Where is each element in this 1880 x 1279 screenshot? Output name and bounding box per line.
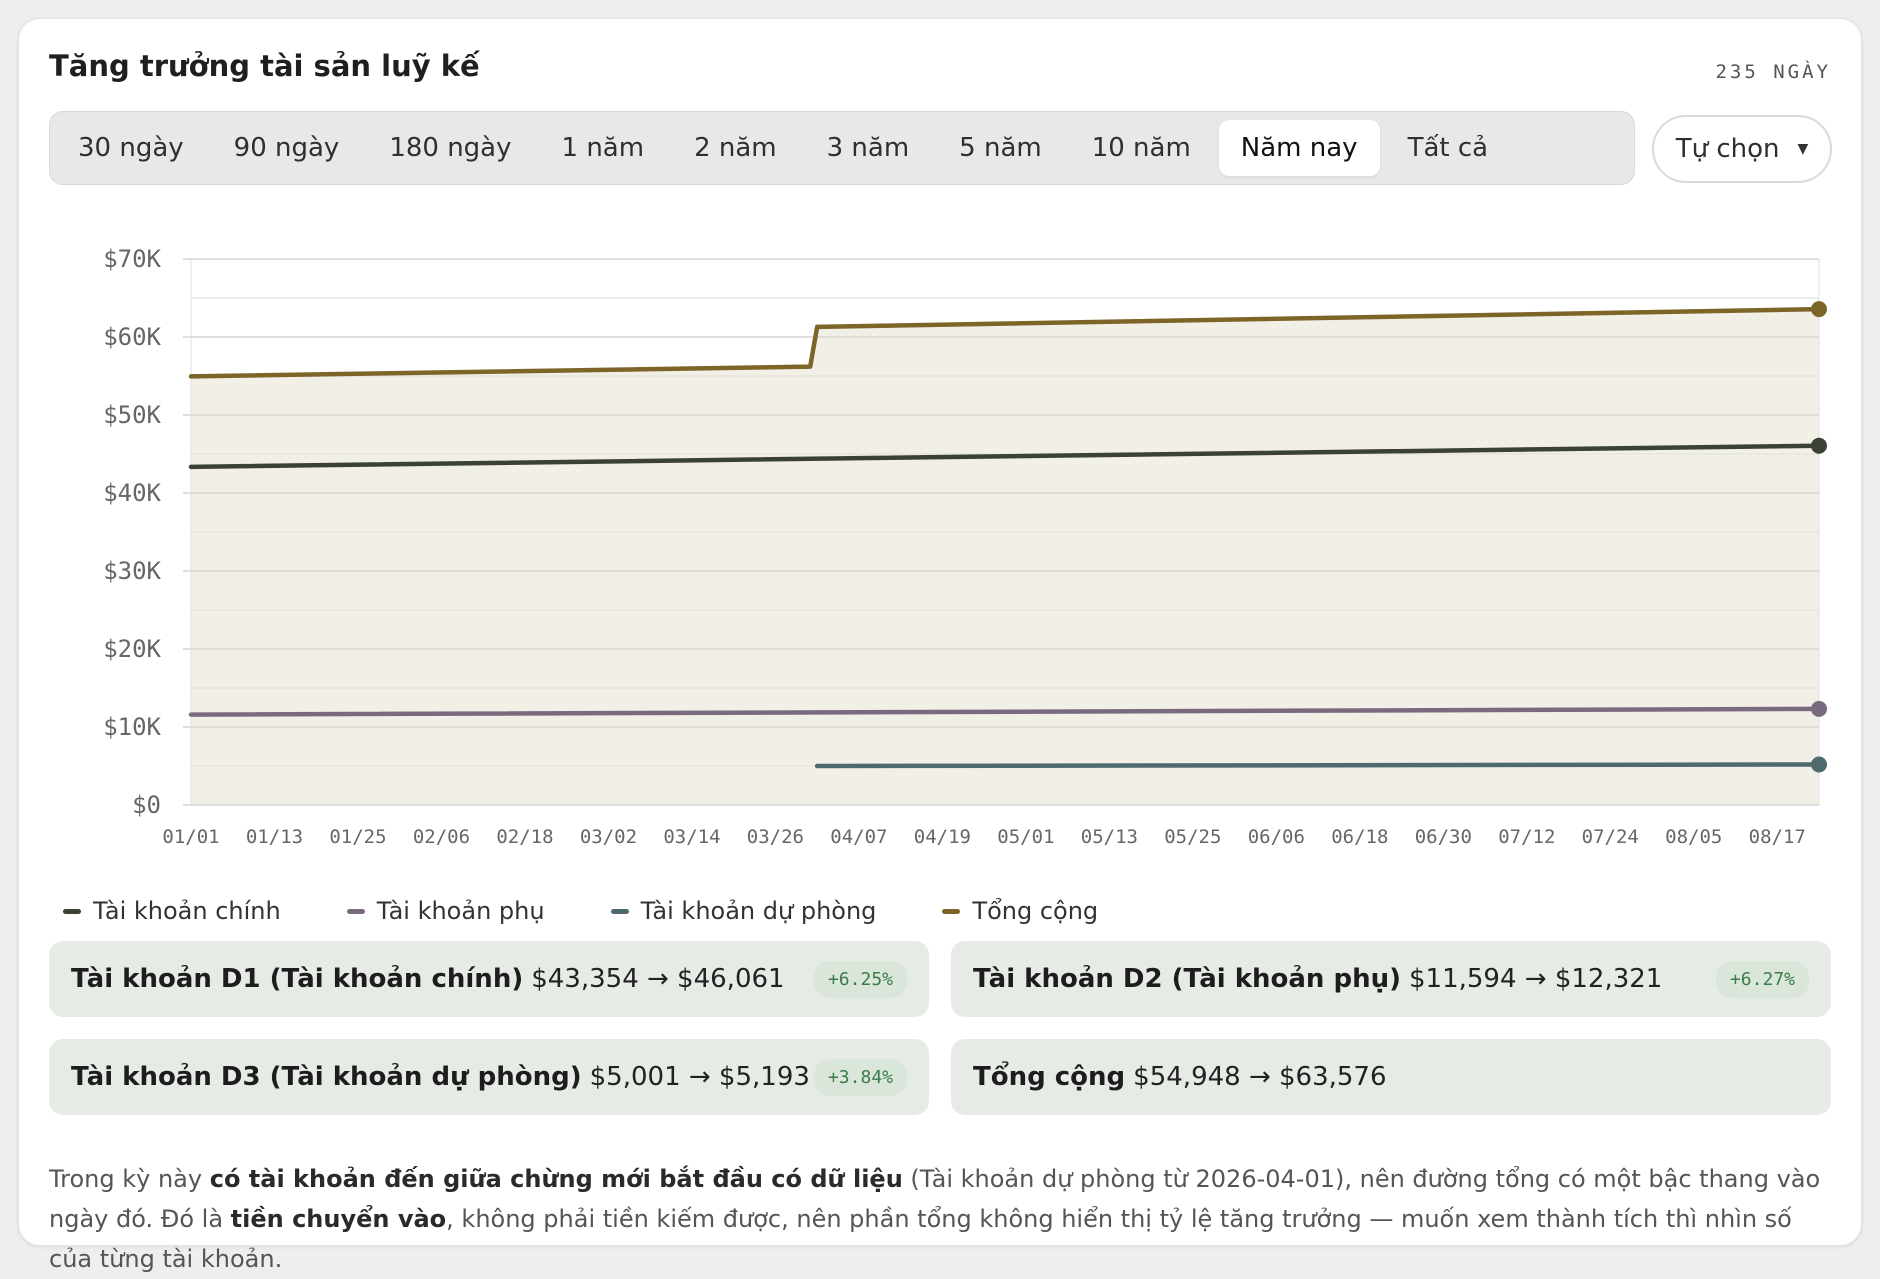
legend-swatch xyxy=(63,908,81,914)
note-text: Trong kỳ này xyxy=(49,1165,210,1193)
x-tick-label: 06/30 xyxy=(1415,826,1472,848)
legend-item: Tài khoản dự phòng xyxy=(610,897,877,925)
x-tick-label: 08/05 xyxy=(1665,826,1722,848)
stat-values: $5,001 → $5,193 xyxy=(589,1062,810,1092)
note-bold: có tài khoản đến giữa chừng mới bắt đầu … xyxy=(209,1165,903,1193)
x-tick-label: 03/14 xyxy=(663,826,720,848)
range-tab[interactable]: 1 năm xyxy=(540,120,667,176)
y-tick-label: $30K xyxy=(103,557,161,585)
x-tick-label: 07/24 xyxy=(1582,826,1639,848)
x-tick-label: 06/18 xyxy=(1331,826,1388,848)
stat-name: Tài khoản D2 (Tài khoản phụ) xyxy=(973,964,1401,994)
range-tab[interactable]: 3 năm xyxy=(805,120,932,176)
legend-item: Tài khoản chính xyxy=(63,897,281,925)
days-count: 235 NGÀY xyxy=(1715,61,1831,83)
legend-label: Tài khoản chính xyxy=(93,897,281,925)
y-tick-label: $20K xyxy=(103,635,161,663)
y-tick-label: $0 xyxy=(132,791,161,819)
y-tick-label: $60K xyxy=(103,323,161,351)
legend-label: Tài khoản dự phòng xyxy=(640,897,877,925)
x-tick-label: 04/19 xyxy=(914,826,971,848)
y-tick-label: $50K xyxy=(103,401,161,429)
stat-card-d2: Tài khoản D2 (Tài khoản phụ) $11,594 → $… xyxy=(951,941,1831,1017)
stat-name: Tài khoản D3 (Tài khoản dự phòng) xyxy=(71,1062,582,1092)
x-tick-label: 05/25 xyxy=(1164,826,1221,848)
range-tab[interactable]: Tất cả xyxy=(1386,120,1511,176)
y-tick-label: $70K xyxy=(103,245,161,273)
series-line xyxy=(814,762,1822,769)
y-tick-label: $10K xyxy=(103,713,161,741)
caret-down-icon: ▼ xyxy=(1797,141,1809,157)
x-tick-label: 03/02 xyxy=(580,826,637,848)
series-end-point xyxy=(1811,301,1827,318)
x-tick-label: 05/13 xyxy=(1081,826,1138,848)
stat-card-d1: Tài khoản D1 (Tài khoản chính) $43,354 →… xyxy=(49,941,929,1017)
stat-name: Tài khoản D1 (Tài khoản chính) xyxy=(71,964,524,994)
x-tick-label: 06/06 xyxy=(1248,826,1305,848)
asset-growth-card: Tăng trưởng tài sản luỹ kế 235 NGÀY 30 n… xyxy=(18,18,1862,1273)
chart-legend: Tài khoản chính Tài khoản phụ Tài khoản dự… xyxy=(63,897,1098,925)
explanation-note: Trong kỳ này có tài khoản đến giữa chừng… xyxy=(49,1159,1839,1279)
series-end-point xyxy=(1811,437,1827,454)
legend-swatch xyxy=(942,908,961,914)
legend-label: Tài khoản phụ xyxy=(376,897,545,925)
asset-growth-chart: $0 $10K $20K $30K $40K $50K $60K $70K 01/01 01/13… xyxy=(103,245,1827,848)
legend-item: Tài khoản phụ xyxy=(346,897,545,925)
range-tab[interactable]: 2 năm xyxy=(672,120,799,176)
legend-swatch xyxy=(610,908,629,914)
legend-swatch xyxy=(346,908,365,914)
range-tab[interactable]: Năm nay xyxy=(1218,120,1380,176)
total-area-fill xyxy=(191,309,1819,805)
series-end-point xyxy=(1811,756,1827,773)
x-tick-label: 08/17 xyxy=(1749,826,1806,848)
range-tab[interactable]: 90 ngày xyxy=(212,120,362,176)
growth-badge: +6.25% xyxy=(813,960,907,998)
x-tick-label: 05/01 xyxy=(997,826,1054,848)
x-tick-label: 03/26 xyxy=(747,826,804,848)
x-tick-label: 04/07 xyxy=(830,826,887,848)
note-bold: tiền chuyển vào xyxy=(230,1205,447,1233)
range-selector: 30 ngày 90 ngày 180 ngày 1 năm 2 năm 3 năm 5 n… xyxy=(49,111,1635,185)
stat-card-total: Tổng cộng $54,948 → $63,576 xyxy=(951,1039,1831,1115)
x-tick-label: 07/12 xyxy=(1498,826,1555,848)
growth-badge: +3.84% xyxy=(813,1058,907,1096)
range-tab[interactable]: 5 năm xyxy=(937,120,1064,176)
series-end-point xyxy=(1811,700,1827,717)
range-tab[interactable]: 10 năm xyxy=(1070,120,1213,176)
stat-values: $43,354 → $46,061 xyxy=(531,964,785,994)
range-tab[interactable]: 180 ngày xyxy=(367,120,533,176)
stat-card-d3: Tài khoản D3 (Tài khoản dự phòng) $5,001… xyxy=(49,1039,929,1115)
legend-label: Tổng cộng xyxy=(972,897,1099,925)
stat-values: $54,948 → $63,576 xyxy=(1133,1062,1387,1092)
x-tick-label: 02/18 xyxy=(496,826,553,848)
x-tick-label: 02/06 xyxy=(413,826,470,848)
card-title: Tăng trưởng tài sản luỹ kế xyxy=(49,49,480,83)
x-tick-label: 01/01 xyxy=(162,826,219,848)
y-tick-label: $40K xyxy=(103,479,161,507)
legend-item: Tổng cộng xyxy=(942,897,1098,925)
range-tab[interactable]: 30 ngày xyxy=(56,120,206,176)
custom-range-button[interactable]: Tự chọn ▼ xyxy=(1652,115,1832,183)
x-tick-label: 01/13 xyxy=(246,826,303,848)
stat-values: $11,594 → $12,321 xyxy=(1408,964,1663,994)
growth-badge: +6.27% xyxy=(1715,960,1809,998)
custom-range-label: Tự chọn xyxy=(1675,134,1780,164)
x-tick-label: 01/25 xyxy=(329,826,386,848)
stat-name: Tổng cộng xyxy=(973,1062,1126,1092)
